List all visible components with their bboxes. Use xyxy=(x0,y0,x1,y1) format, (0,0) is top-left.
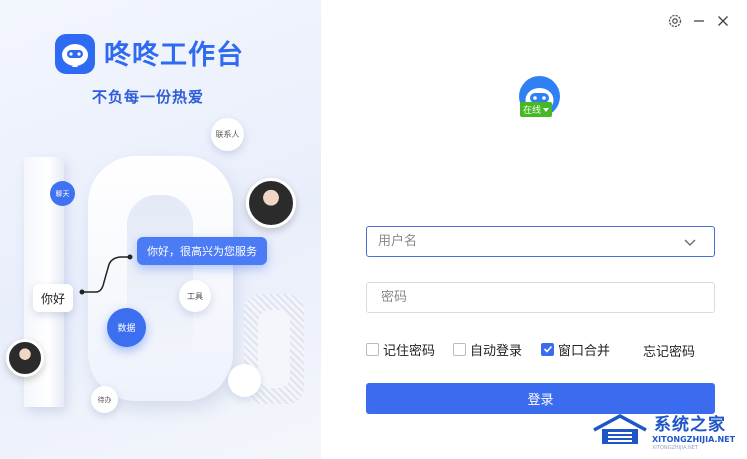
checkmark-icon xyxy=(543,345,552,353)
tools-bubble: 工具 xyxy=(179,280,211,312)
watermark-title: 系统之家 xyxy=(654,415,726,435)
remember-password-label: 记住密码 xyxy=(383,343,436,359)
connector-line xyxy=(79,254,133,295)
username-field xyxy=(366,226,715,257)
house-logo-icon xyxy=(593,414,647,444)
auto-login-option[interactable]: 自动登录 xyxy=(453,341,523,359)
settings-button[interactable] xyxy=(666,12,684,30)
close-icon xyxy=(718,16,728,26)
password-field xyxy=(366,282,715,313)
window-merge-label: 窗口合并 xyxy=(558,343,611,359)
minimize-button[interactable] xyxy=(692,12,706,30)
window-merge-checkbox[interactable] xyxy=(541,342,554,356)
auto-login-label: 自动登录 xyxy=(470,343,523,359)
forgot-password-link[interactable]: 忘记密码 xyxy=(643,341,695,360)
status-label: 在线 xyxy=(523,106,542,116)
person-avatar xyxy=(6,339,44,377)
caret-down-icon xyxy=(543,107,550,112)
remember-password-checkbox[interactable] xyxy=(366,342,379,356)
gear-icon xyxy=(668,14,682,28)
password-input[interactable] xyxy=(367,283,667,312)
watermark-subtitle: XITONGZHIJIA.NET xyxy=(652,435,736,444)
promo-panel: 咚咚工作台 不负每一份热爱 联系人 聊天 工具 数据 待办 你好，很高兴为您服务… xyxy=(0,0,321,459)
data-bubble: 数据 xyxy=(107,308,146,347)
person-avatar xyxy=(246,178,296,228)
chevron-down-icon[interactable] xyxy=(684,237,696,247)
contacts-bubble: 联系人 xyxy=(211,118,244,151)
window-merge-option[interactable]: 窗口合并 xyxy=(541,341,611,359)
minimize-icon xyxy=(694,20,704,22)
watermark: 系统之家 XITONGZHIJIA.NET XITONGZHIJIA.NET xyxy=(590,408,740,454)
chat-bubble: 聊天 xyxy=(50,181,75,206)
reply-speech-bubble: 你好，很高兴为您服务 xyxy=(137,237,267,265)
online-status-dropdown[interactable]: 在线 xyxy=(520,102,553,117)
remember-password-option[interactable]: 记住密码 xyxy=(366,341,436,359)
todo-bubble: 待办 xyxy=(91,386,118,413)
close-button[interactable] xyxy=(716,12,730,30)
auto-login-checkbox[interactable] xyxy=(453,342,466,356)
greeting-speech-bubble: 你好 xyxy=(33,284,74,312)
username-input[interactable] xyxy=(367,227,667,256)
watermark-subtitle-small: XITONGZHIJIA.NET xyxy=(652,445,698,451)
